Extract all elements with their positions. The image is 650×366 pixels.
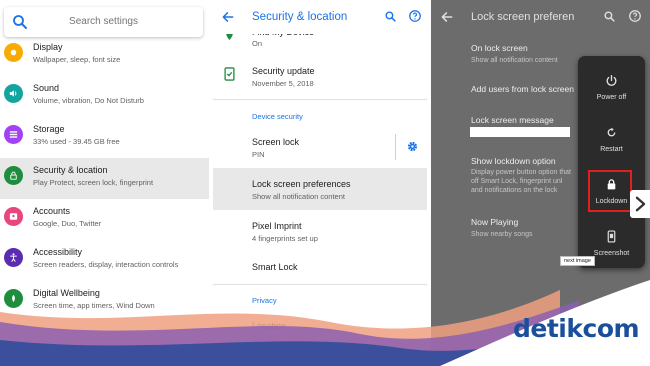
settings-item-subtitle: Volume, vibration, Do Not Disturb bbox=[33, 96, 144, 105]
search-icon[interactable] bbox=[603, 10, 616, 23]
lock-screen-prefs-row[interactable]: Lock screen preferences Show all notific… bbox=[213, 168, 427, 210]
settings-item-subtitle: Google, Duo, Twitter bbox=[33, 219, 102, 228]
settings-item-accounts[interactable]: Accounts Google, Duo, Twitter bbox=[0, 199, 209, 240]
power-off-label: Power off bbox=[596, 94, 627, 101]
lock-icon bbox=[4, 166, 23, 185]
settings-item-security[interactable]: Security & location Play Protect, screen… bbox=[0, 158, 209, 199]
show-lockdown-subtitle-2: off Smart Lock, fingerprint unl bbox=[471, 178, 563, 185]
storage-icon bbox=[4, 125, 23, 144]
restart-icon bbox=[607, 127, 616, 137]
lock-screen-title: Lock screen preferen bbox=[471, 11, 575, 23]
lock-screen-message-title: Lock screen message bbox=[471, 115, 554, 125]
settings-item-title: Sound bbox=[33, 83, 60, 93]
now-playing-row[interactable]: Now Playing Show nearby songs bbox=[471, 217, 532, 239]
show-lockdown-subtitle-3: and notifications on the lock bbox=[471, 187, 558, 194]
settings-item-wellbeing[interactable]: Digital Wellbeing Screen time, app timer… bbox=[0, 281, 209, 322]
find-device-subtitle: On bbox=[252, 39, 263, 48]
settings-item-subtitle: Play Protect, screen lock, fingerprint bbox=[33, 178, 154, 187]
settings-item-title: Display bbox=[33, 42, 63, 52]
settings-item-title: Security & location bbox=[33, 165, 108, 175]
settings-item-accessibility[interactable]: Accessibility Screen readers, display, i… bbox=[0, 240, 209, 281]
gear-icon[interactable] bbox=[406, 140, 419, 153]
show-lockdown-title: Show lockdown option bbox=[471, 156, 556, 166]
power-menu: Power off Restart Lockdown Screenshot bbox=[578, 56, 645, 268]
wellbeing-icon bbox=[4, 289, 23, 308]
pixel-imprint-row[interactable]: Pixel Imprint 4 fingerprints set up bbox=[213, 210, 427, 252]
settings-item-title: Digital Wellbeing bbox=[33, 288, 100, 298]
security-update-title: Security update bbox=[252, 66, 315, 76]
next-image-button[interactable] bbox=[630, 190, 650, 218]
lock-screen-prefs-title: Lock screen preferences bbox=[252, 179, 351, 189]
screen-lock-subtitle: PIN bbox=[252, 150, 265, 159]
search-icon[interactable] bbox=[384, 10, 397, 23]
section-divider bbox=[213, 284, 427, 285]
section-divider bbox=[213, 99, 427, 100]
back-arrow-icon[interactable] bbox=[221, 10, 235, 24]
location-title: Location bbox=[252, 321, 287, 331]
on-lock-screen-subtitle: Show all notification content bbox=[471, 57, 558, 64]
search-bar-overlay: Search settings bbox=[4, 7, 203, 37]
sound-icon bbox=[4, 84, 23, 103]
security-panel: Find My Device On Security & location Se… bbox=[213, 0, 427, 366]
accessibility-icon bbox=[4, 248, 23, 267]
show-lockdown-subtitle-1: Display power button option that bbox=[471, 169, 572, 176]
now-playing-title: Now Playing bbox=[471, 217, 519, 227]
security-app-bar: Security & location bbox=[213, 0, 427, 34]
security-title: Security & location bbox=[252, 11, 348, 23]
restart-button[interactable]: Restart bbox=[578, 116, 645, 166]
security-update-row[interactable]: Security update November 5, 2018 bbox=[213, 56, 427, 98]
settings-item-subtitle: 33% used - 39.45 GB free bbox=[33, 137, 120, 146]
settings-item-subtitle: Screen readers, display, interaction con… bbox=[33, 260, 179, 269]
security-update-subtitle: November 5, 2018 bbox=[252, 79, 314, 88]
smart-lock-title: Smart Lock bbox=[252, 262, 298, 272]
display-icon bbox=[4, 43, 23, 62]
power-icon bbox=[606, 74, 617, 86]
message-value-bar bbox=[470, 127, 570, 137]
lock-screen-message-row[interactable]: Lock screen message bbox=[471, 115, 554, 125]
lockdown-highlight bbox=[588, 170, 632, 212]
location-row[interactable]: Location On bbox=[213, 310, 427, 350]
add-users-row[interactable]: Add users from lock screen bbox=[471, 84, 574, 94]
show-lockdown-row[interactable]: Show lockdown option Display power butto… bbox=[471, 156, 571, 195]
detikcom-logo: detikcom bbox=[513, 314, 640, 343]
screen-lock-title: Screen lock bbox=[252, 137, 300, 147]
pixel-imprint-title: Pixel Imprint bbox=[252, 221, 302, 231]
device-security-header: Device security bbox=[252, 112, 303, 121]
settings-item-title: Accounts bbox=[33, 206, 71, 216]
smart-lock-row[interactable]: Smart Lock bbox=[213, 252, 427, 282]
settings-item-storage[interactable]: Storage 33% used - 39.45 GB free bbox=[0, 117, 209, 158]
vertical-divider bbox=[395, 134, 396, 160]
settings-panel: Search settings Display Wallpaper, sleep… bbox=[0, 0, 209, 366]
on-lock-screen-title: On lock screen bbox=[471, 43, 528, 53]
add-users-title: Add users from lock screen bbox=[471, 84, 574, 94]
power-off-button[interactable]: Power off bbox=[578, 64, 645, 114]
settings-item-title: Storage bbox=[33, 124, 65, 134]
security-update-icon bbox=[224, 67, 235, 81]
privacy-header: Privacy bbox=[252, 296, 277, 305]
screenshot-icon bbox=[607, 230, 616, 243]
next-image-tooltip: next image bbox=[560, 256, 595, 266]
back-arrow-icon[interactable] bbox=[440, 10, 454, 24]
pixel-imprint-subtitle: 4 fingerprints set up bbox=[252, 234, 318, 243]
on-lock-screen-row[interactable]: On lock screen Show all notification con… bbox=[471, 43, 558, 65]
settings-item-subtitle: Wallpaper, sleep, font size bbox=[33, 55, 121, 64]
help-icon[interactable] bbox=[628, 9, 642, 23]
account-icon bbox=[4, 207, 23, 226]
location-subtitle: On bbox=[252, 334, 263, 343]
lock-screen-prefs-subtitle: Show all notification content bbox=[252, 192, 345, 201]
help-icon[interactable] bbox=[408, 9, 422, 23]
search-placeholder: Search settings bbox=[69, 16, 138, 27]
chevron-right-icon bbox=[635, 196, 646, 212]
restart-label: Restart bbox=[600, 146, 623, 153]
settings-item-title: Accessibility bbox=[33, 247, 83, 257]
settings-item-subtitle: Screen time, app timers, Wind Down bbox=[33, 301, 155, 310]
settings-item-sound[interactable]: Sound Volume, vibration, Do Not Disturb bbox=[0, 76, 209, 117]
now-playing-subtitle: Show nearby songs bbox=[471, 231, 533, 238]
